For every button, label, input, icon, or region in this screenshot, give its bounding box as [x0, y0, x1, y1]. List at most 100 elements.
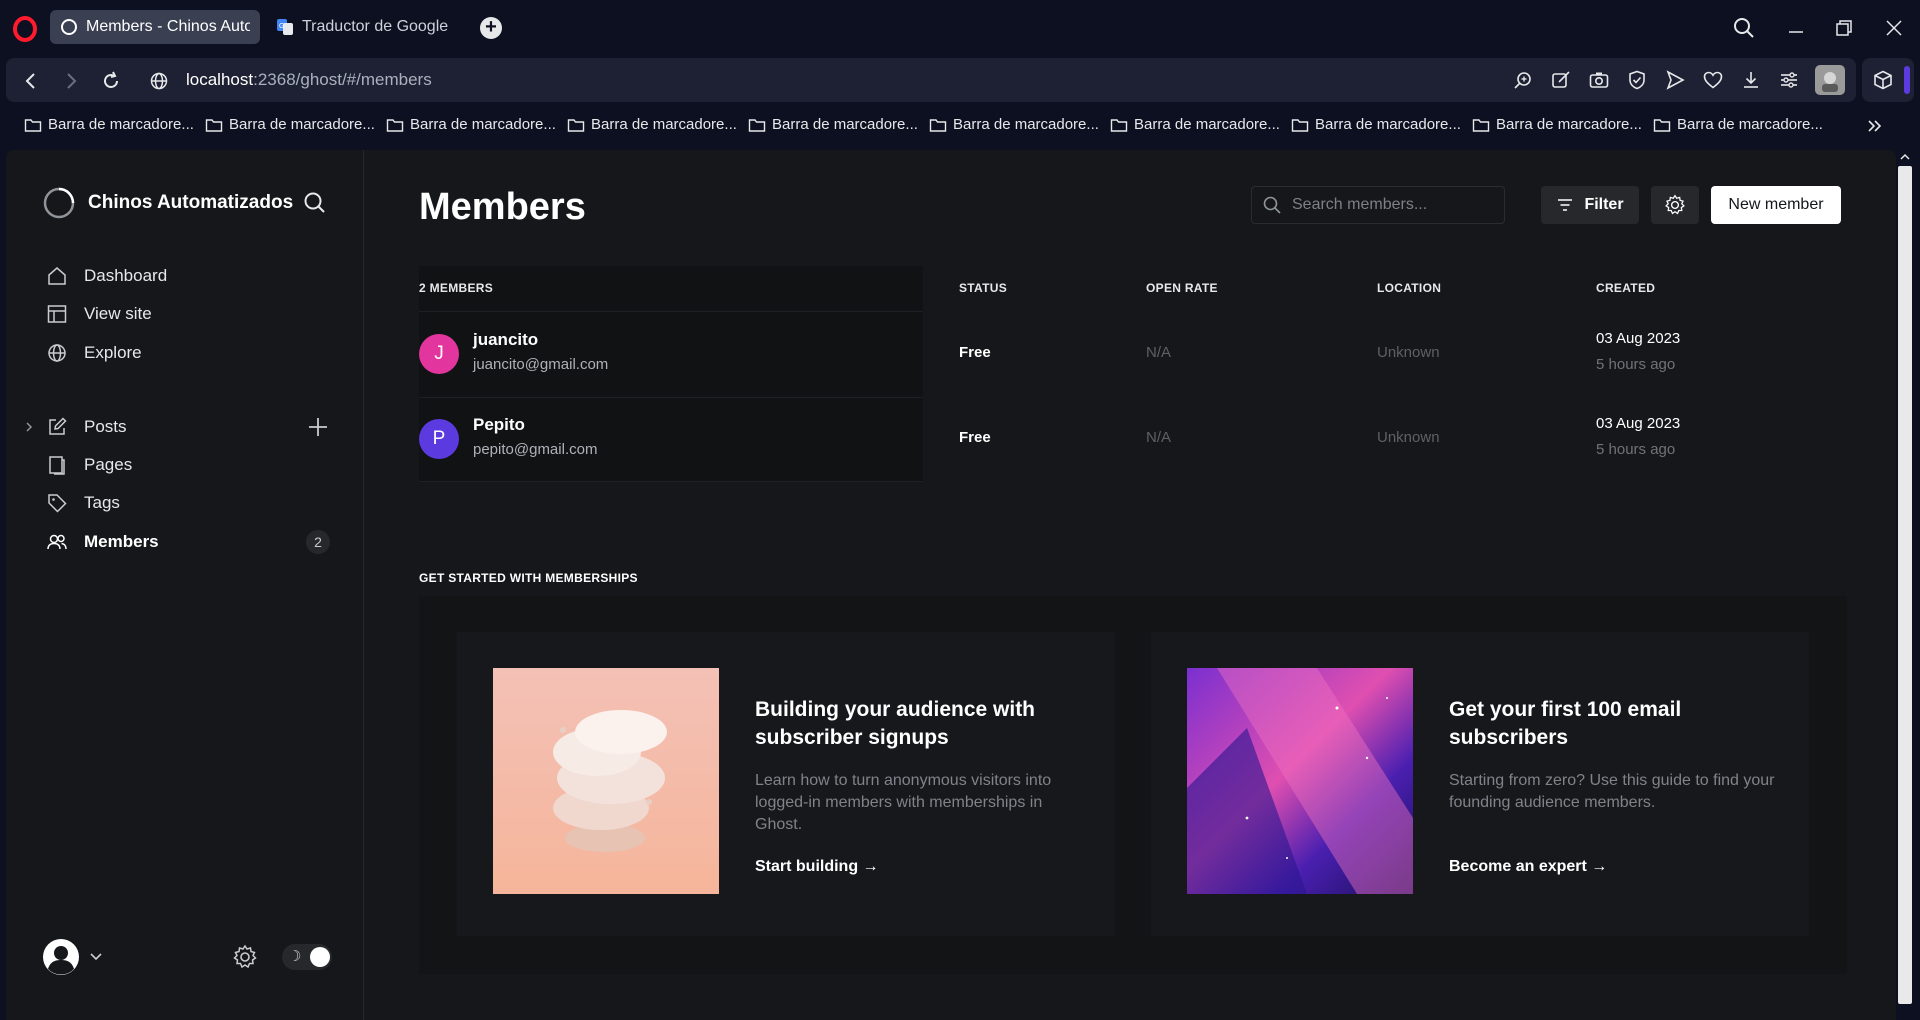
- user-avatar-icon[interactable]: [42, 938, 80, 976]
- card-title: Building your audience with subscriber s…: [755, 698, 1036, 749]
- member-open-rate: N/A: [1146, 344, 1172, 361]
- header-status[interactable]: STATUS: [959, 281, 1007, 295]
- bookmark-item[interactable]: Barra de marcadore...: [748, 116, 918, 133]
- filter-button[interactable]: Filter: [1541, 186, 1639, 224]
- more-bookmarks-icon[interactable]: [1866, 118, 1884, 134]
- tag-icon: [48, 494, 67, 513]
- tab-google-translate[interactable]: G Traductor de Google: [266, 10, 476, 44]
- search-members-box[interactable]: [1251, 186, 1505, 224]
- sidebar-item-posts[interactable]: Posts: [46, 412, 336, 442]
- camera-icon[interactable]: [1588, 69, 1610, 91]
- bookmark-item[interactable]: Barra de marcadore...: [1653, 116, 1823, 133]
- bookmark-label: Barra de marcadore...: [1315, 116, 1461, 133]
- sidebar-item-tags[interactable]: Tags: [46, 488, 336, 518]
- easy-setup-icon[interactable]: [1778, 69, 1800, 91]
- sidebar-item-label: Explore: [84, 343, 142, 362]
- start-building-link[interactable]: Start building →: [755, 858, 879, 876]
- folder-icon: [1472, 118, 1490, 132]
- sidebar-item-explore[interactable]: Explore: [46, 338, 336, 368]
- bookmark-label: Barra de marcadore...: [953, 116, 1099, 133]
- guide-card-subscribers[interactable]: Get your first 100 email subscribers Sta…: [1151, 632, 1809, 936]
- bookmark-item[interactable]: Barra de marcadore...: [567, 116, 737, 133]
- url-host: localhost: [186, 70, 254, 89]
- member-name: juancito: [473, 330, 539, 349]
- bookmark-label: Barra de marcadore...: [1134, 116, 1280, 133]
- guide-card-audience[interactable]: Building your audience with subscriber s…: [457, 632, 1115, 936]
- dark-mode-toggle[interactable]: ☽: [282, 944, 332, 970]
- card-description: Learn how to turn anonymous visitors int…: [755, 772, 1052, 833]
- back-icon[interactable]: [20, 70, 42, 92]
- bookmark-label: Barra de marcadore...: [410, 116, 556, 133]
- members-settings-button[interactable]: [1651, 186, 1699, 224]
- scrollbar-thumb[interactable]: [1898, 166, 1912, 1004]
- opera-logo-icon[interactable]: [12, 16, 38, 42]
- search-input[interactable]: [1292, 196, 1492, 214]
- plus-icon[interactable]: [306, 415, 330, 439]
- member-location: Unknown: [1377, 344, 1440, 361]
- site-brand[interactable]: Chinos Automatizados: [42, 186, 293, 220]
- search-icon[interactable]: [1730, 14, 1758, 42]
- profile-avatar-icon[interactable]: [1814, 64, 1846, 96]
- bookmark-label: Barra de marcadore...: [1496, 116, 1642, 133]
- bookmark-label: Barra de marcadore...: [591, 116, 737, 133]
- get-started-section: Building your audience with subscriber s…: [419, 596, 1847, 974]
- edit-share-icon[interactable]: [1550, 69, 1572, 91]
- site-name: Chinos Automatizados: [88, 192, 294, 213]
- sidebar-item-label: Pages: [84, 455, 133, 474]
- bookmark-item[interactable]: Barra de marcadore...: [1110, 116, 1280, 133]
- reload-icon[interactable]: [100, 70, 122, 92]
- bookmark-item[interactable]: Barra de marcadore...: [24, 116, 194, 133]
- table-row[interactable]: P Pepito pepito@gmail.com Free N/A Unkno…: [419, 397, 1847, 481]
- table-row[interactable]: J juancito juancito@gmail.com Free N/A U…: [419, 312, 1847, 396]
- chevron-right-icon[interactable]: [22, 420, 36, 434]
- header-created[interactable]: CREATED: [1596, 281, 1655, 295]
- zoom-icon[interactable]: [1512, 69, 1534, 91]
- shield-check-icon[interactable]: [1626, 69, 1648, 91]
- scroll-up-arrow-icon[interactable]: [1898, 151, 1912, 163]
- close-icon[interactable]: [1880, 14, 1908, 42]
- member-status: Free: [959, 429, 991, 446]
- heart-icon[interactable]: [1702, 69, 1724, 91]
- header-members-count[interactable]: 2 MEMBERS: [419, 281, 493, 295]
- tab-members[interactable]: Members - Chinos Autom: [50, 10, 260, 44]
- sidebar-item-dashboard[interactable]: Dashboard: [46, 261, 336, 291]
- chevron-down-icon[interactable]: [88, 950, 104, 964]
- bookmark-label: Barra de marcadore...: [1677, 116, 1823, 133]
- bookmark-item[interactable]: Barra de marcadore...: [929, 116, 1099, 133]
- browser-tab-bar: Members - Chinos Autom G Traductor de Go…: [0, 0, 1920, 54]
- member-status: Free: [959, 344, 991, 361]
- new-tab-button[interactable]: +: [480, 17, 502, 39]
- bookmark-item[interactable]: Barra de marcadore...: [1472, 116, 1642, 133]
- download-icon[interactable]: [1740, 69, 1762, 91]
- site-logo-icon: [43, 187, 75, 219]
- gear-icon[interactable]: [232, 944, 258, 970]
- restore-icon[interactable]: [1830, 14, 1858, 42]
- sidebar-extensions: [1862, 58, 1914, 102]
- sidebar-item-members[interactable]: Members: [46, 527, 336, 557]
- url-path: :2368/ghost/#/members: [253, 70, 432, 89]
- globe-icon[interactable]: [148, 70, 170, 92]
- bookmark-label: Barra de marcadore...: [229, 116, 375, 133]
- url-field[interactable]: localhost:2368/ghost/#/members: [186, 70, 432, 90]
- header-location[interactable]: LOCATION: [1377, 281, 1441, 295]
- avatar: J: [419, 334, 459, 374]
- bookmark-item[interactable]: Barra de marcadore...: [386, 116, 556, 133]
- become-expert-link[interactable]: Become an expert →: [1449, 858, 1607, 876]
- bookmark-item[interactable]: Barra de marcadore...: [205, 116, 375, 133]
- new-member-button[interactable]: New member: [1711, 186, 1841, 224]
- sidebar-item-view-site[interactable]: View site: [46, 299, 336, 329]
- ghost-admin-app: Chinos Automatizados Dashboard View site: [6, 150, 1896, 1020]
- member-email: juancito@gmail.com: [473, 356, 609, 373]
- bookmarks-bar: Barra de marcadore... Barra de marcadore…: [0, 108, 1920, 144]
- sidebar-item-pages[interactable]: Pages: [46, 450, 336, 480]
- cube-icon[interactable]: [1872, 69, 1894, 91]
- bookmark-item[interactable]: Barra de marcadore...: [1291, 116, 1461, 133]
- sidebar-item-label: View site: [84, 304, 152, 323]
- minimize-icon[interactable]: [1782, 14, 1810, 42]
- search-icon[interactable]: [302, 190, 328, 216]
- sidebar-indicator: [1904, 66, 1910, 94]
- member-location: Unknown: [1377, 429, 1440, 446]
- forward-icon[interactable]: [60, 70, 82, 92]
- send-icon[interactable]: [1664, 69, 1686, 91]
- header-open-rate[interactable]: OPEN RATE: [1146, 281, 1218, 295]
